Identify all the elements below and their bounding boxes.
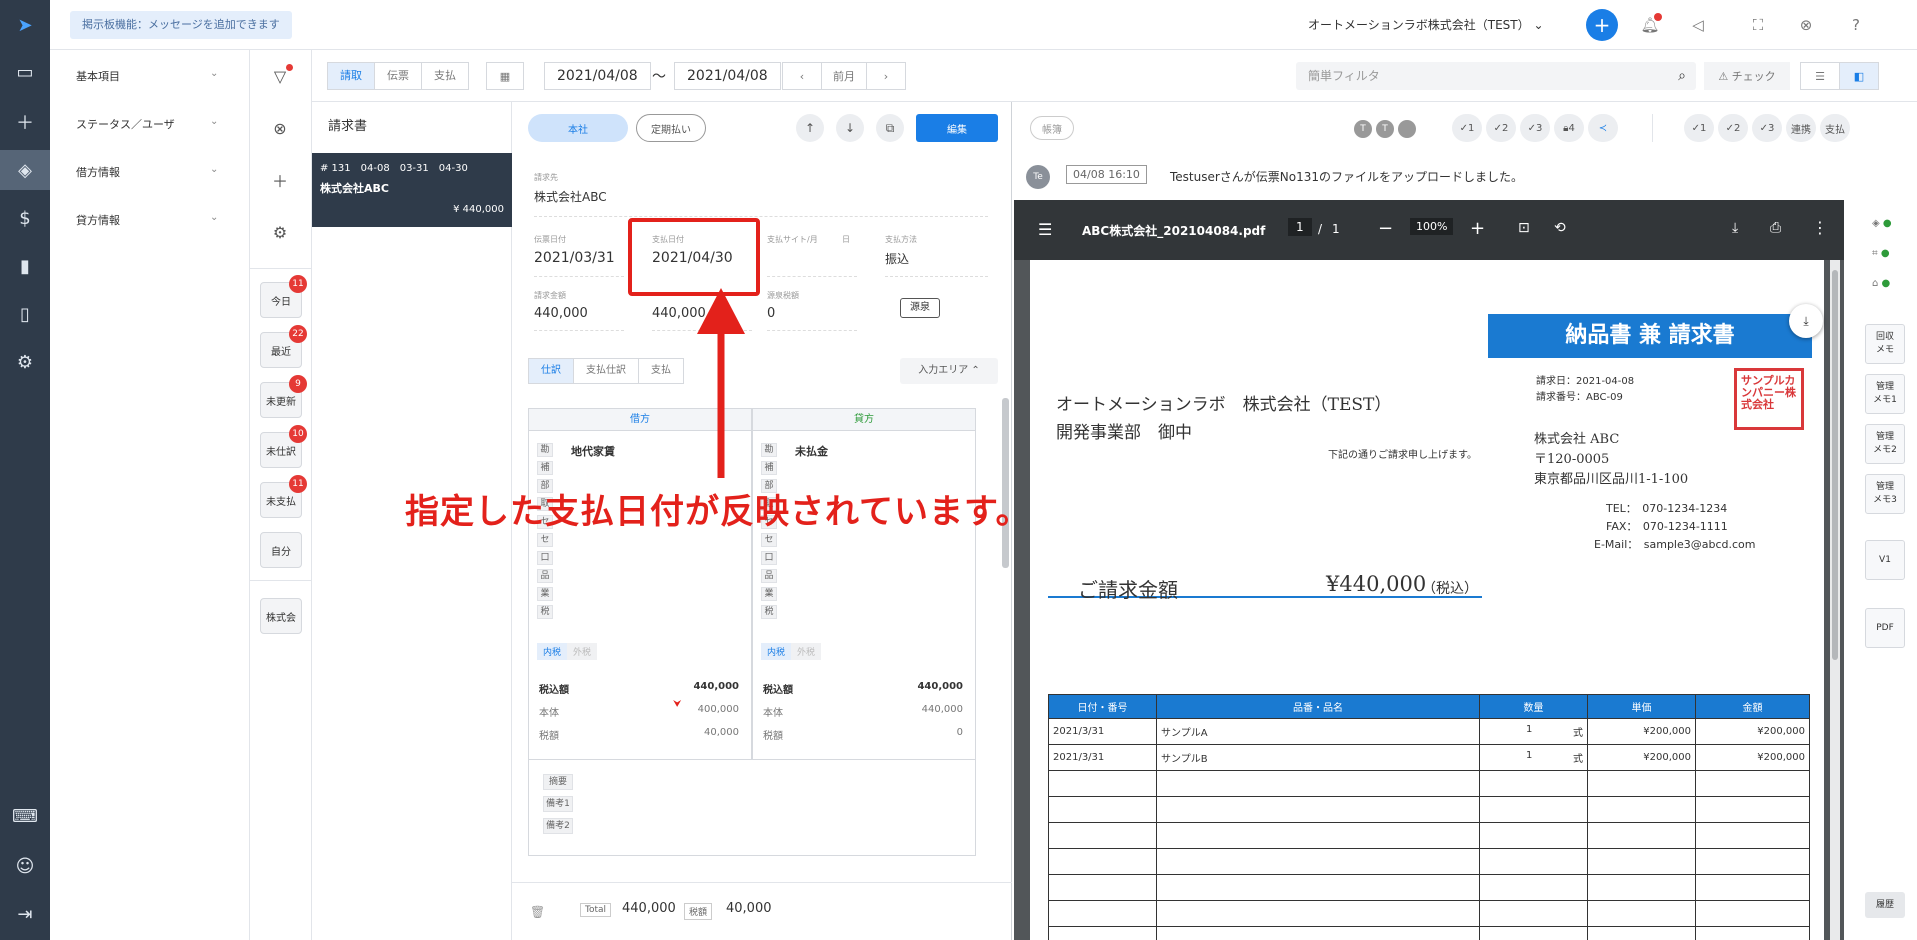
annotation-text: 指定した支払日付が反映されています。 (405, 492, 1031, 532)
arrow-head (697, 288, 745, 334)
annotation-arrow (697, 288, 745, 478)
